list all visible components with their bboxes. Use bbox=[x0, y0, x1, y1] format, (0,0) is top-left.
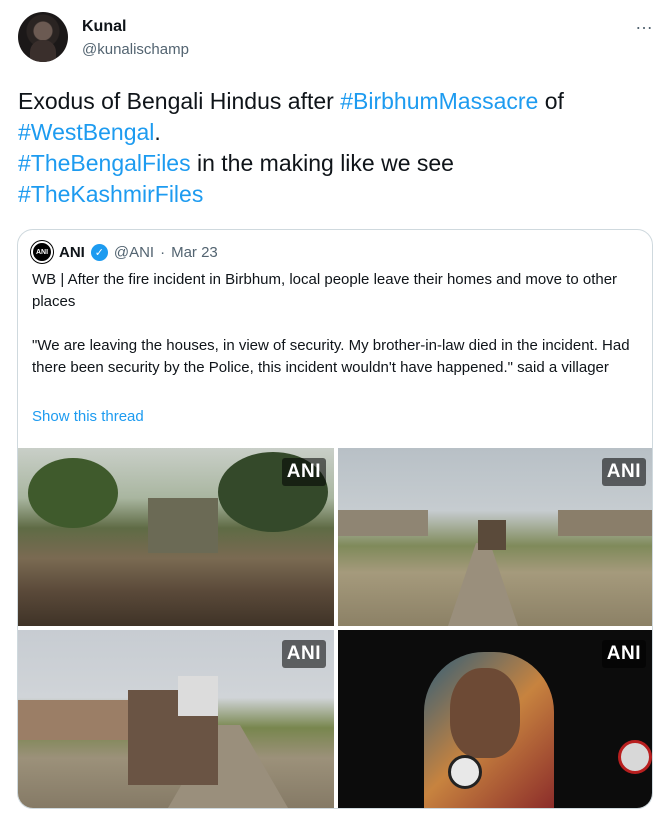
author-avatar[interactable] bbox=[18, 12, 68, 62]
tweet-text-segment: . bbox=[154, 119, 161, 145]
show-thread-link[interactable]: Show this thread bbox=[32, 408, 144, 425]
quoted-author-handle[interactable]: @ANI bbox=[114, 244, 154, 261]
tweet-text-segment: in the making like we see bbox=[190, 150, 454, 176]
hashtag-birbhummassacre[interactable]: #BirbhumMassacre bbox=[340, 88, 538, 114]
quoted-tweet-header: ANI ANI ✓ @ANI · Mar 23 bbox=[31, 241, 218, 263]
tweet-text: Exodus of Bengali Hindus after #BirbhumM… bbox=[18, 86, 658, 210]
hashtag-thebengalfiles[interactable]: #TheBengalFiles bbox=[18, 150, 191, 176]
quoted-author-name[interactable]: ANI bbox=[59, 244, 85, 261]
quoted-paragraph-2: "We are leaving the houses, in view of s… bbox=[32, 337, 630, 376]
hashtag-thekashmirfiles[interactable]: #TheKashmirFiles bbox=[18, 181, 203, 207]
tweet-text-segment: of bbox=[538, 88, 564, 114]
media-photo-villager-interview[interactable]: ANI bbox=[338, 630, 652, 808]
author-display-name[interactable]: Kunal bbox=[82, 18, 126, 36]
ani-watermark: ANI bbox=[601, 458, 646, 486]
media-photo-village-road[interactable]: ANI bbox=[338, 448, 652, 626]
ani-logo-icon: ANI bbox=[31, 241, 53, 263]
tweet-header: Kunal @kunalischamp … bbox=[18, 12, 658, 64]
media-photo-burnt-house[interactable]: ANI bbox=[18, 448, 334, 626]
ani-watermark: ANI bbox=[281, 458, 326, 486]
media-photo-loaded-cart[interactable]: ANI bbox=[18, 630, 334, 808]
author-handle[interactable]: @kunalischamp bbox=[82, 41, 189, 58]
verified-badge-icon: ✓ bbox=[90, 243, 108, 261]
separator-dot: · bbox=[160, 243, 166, 261]
media-grid: ANI ANI ANI ANI bbox=[18, 448, 652, 808]
more-options-icon[interactable]: … bbox=[635, 14, 654, 32]
ani-watermark: ANI bbox=[281, 640, 326, 668]
quoted-paragraph-1: WB | After the fire incident in Birbhum,… bbox=[32, 271, 618, 310]
ani-watermark: ANI bbox=[601, 640, 646, 668]
tweet-text-segment: Exodus of Bengali Hindus after bbox=[18, 88, 341, 114]
quoted-tweet[interactable]: ANI ANI ✓ @ANI · Mar 23 WB | After the f… bbox=[17, 229, 653, 809]
quoted-tweet-date[interactable]: Mar 23 bbox=[171, 244, 218, 261]
hashtag-westbengal[interactable]: #WestBengal bbox=[18, 119, 154, 145]
quoted-tweet-body: WB | After the fire incident in Birbhum,… bbox=[32, 269, 642, 401]
